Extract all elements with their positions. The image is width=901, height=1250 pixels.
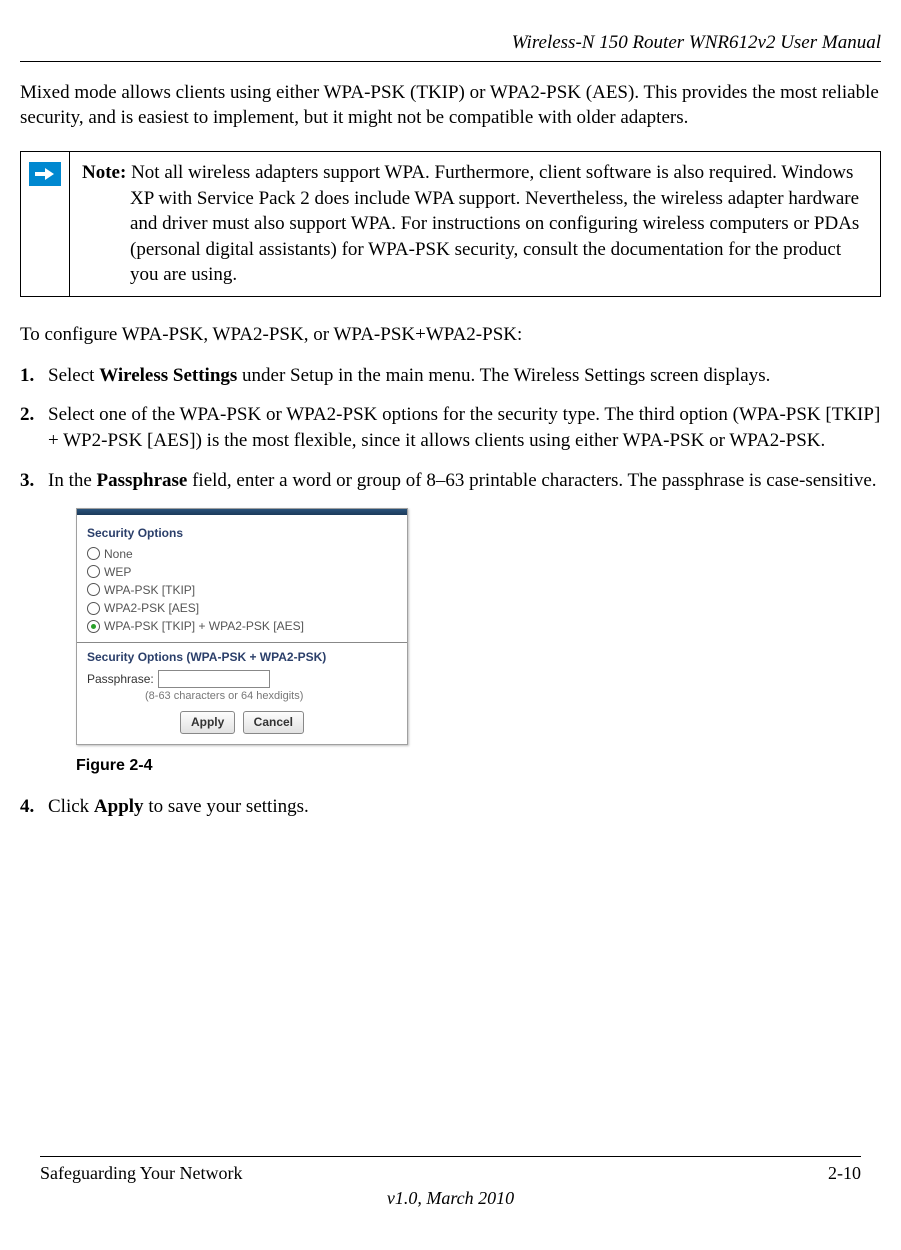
steps-list: 1. Select Wireless Settings under Setup … [20,363,881,820]
step-text-bold: Passphrase [97,470,188,491]
step-text-post: field, enter a word or group of 8–63 pri… [187,470,876,491]
figure-security-options: Security Options None WEP WPA-PSK [TKIP]… [76,508,408,744]
note-icon-cell [21,152,70,296]
step-1: 1. Select Wireless Settings under Setup … [48,363,881,389]
radio-label: WPA-PSK [TKIP] + WPA2-PSK [AES] [104,618,304,634]
step-number: 1. [20,363,34,389]
radio-none[interactable]: None [87,546,397,562]
radio-wep[interactable]: WEP [87,564,397,580]
running-head: Wireless-N 150 Router WNR612v2 User Manu… [20,30,881,56]
step-number: 3. [20,468,34,494]
radio-label: WEP [104,564,131,580]
security-options-subtitle: Security Options (WPA-PSK + WPA2-PSK) [87,649,397,665]
divider [77,642,407,643]
footer-version: v1.0, March 2010 [40,1186,861,1210]
step-text-pre: Click [48,796,94,817]
intro-paragraph: Mixed mode allows clients using either W… [20,80,881,131]
step-text-pre: In the [48,470,97,491]
note-label: Note: [82,162,126,183]
step-number: 2. [20,402,34,428]
radio-icon [87,583,100,596]
radio-wpa-psk[interactable]: WPA-PSK [TKIP] [87,582,397,598]
passphrase-input[interactable] [158,670,270,688]
step-text-pre: Select [48,365,99,386]
step-text-post: under Setup in the main menu. The Wirele… [237,365,770,386]
radio-label: WPA2-PSK [AES] [104,600,199,616]
security-options-title: Security Options [87,525,397,541]
radio-icon [87,620,100,633]
passphrase-label: Passphrase: [87,671,154,687]
apply-button[interactable]: Apply [180,711,235,733]
arrow-right-icon [29,162,61,186]
footer-left: Safeguarding Your Network [40,1161,242,1185]
radio-label: None [104,546,133,562]
step-text: Select one of the WPA-PSK or WPA2-PSK op… [48,404,880,451]
step-3: 3. In the Passphrase field, enter a word… [48,468,881,777]
radio-icon [87,602,100,615]
note-body-text: Not all wireless adapters support WPA. F… [130,162,859,286]
step-number: 4. [20,794,34,820]
radio-icon [87,547,100,560]
step-4: 4. Click Apply to save your settings. [48,794,881,820]
note-text: Note: Not all wireless adapters support … [70,152,880,296]
step-text-bold: Apply [94,796,144,817]
passphrase-hint: (8-63 characters or 64 hexdigits) [145,689,397,704]
footer: Safeguarding Your Network 2-10 v1.0, Mar… [40,1156,861,1210]
note-box: Note: Not all wireless adapters support … [20,151,881,297]
radio-wpa2-psk[interactable]: WPA2-PSK [AES] [87,600,397,616]
figure-caption: Figure 2-4 [76,755,881,777]
footer-rule [40,1156,861,1157]
cancel-button[interactable]: Cancel [243,711,304,733]
step-text-bold: Wireless Settings [99,365,237,386]
step-2: 2. Select one of the WPA-PSK or WPA2-PSK… [48,402,881,453]
radio-icon [87,565,100,578]
step-text-post: to save your settings. [144,796,309,817]
footer-page-number: 2-10 [828,1161,861,1185]
header-rule [20,61,881,62]
radio-mixed[interactable]: WPA-PSK [TKIP] + WPA2-PSK [AES] [87,618,397,634]
radio-label: WPA-PSK [TKIP] [104,582,195,598]
configure-heading: To configure WPA-PSK, WPA2-PSK, or WPA-P… [20,322,881,348]
